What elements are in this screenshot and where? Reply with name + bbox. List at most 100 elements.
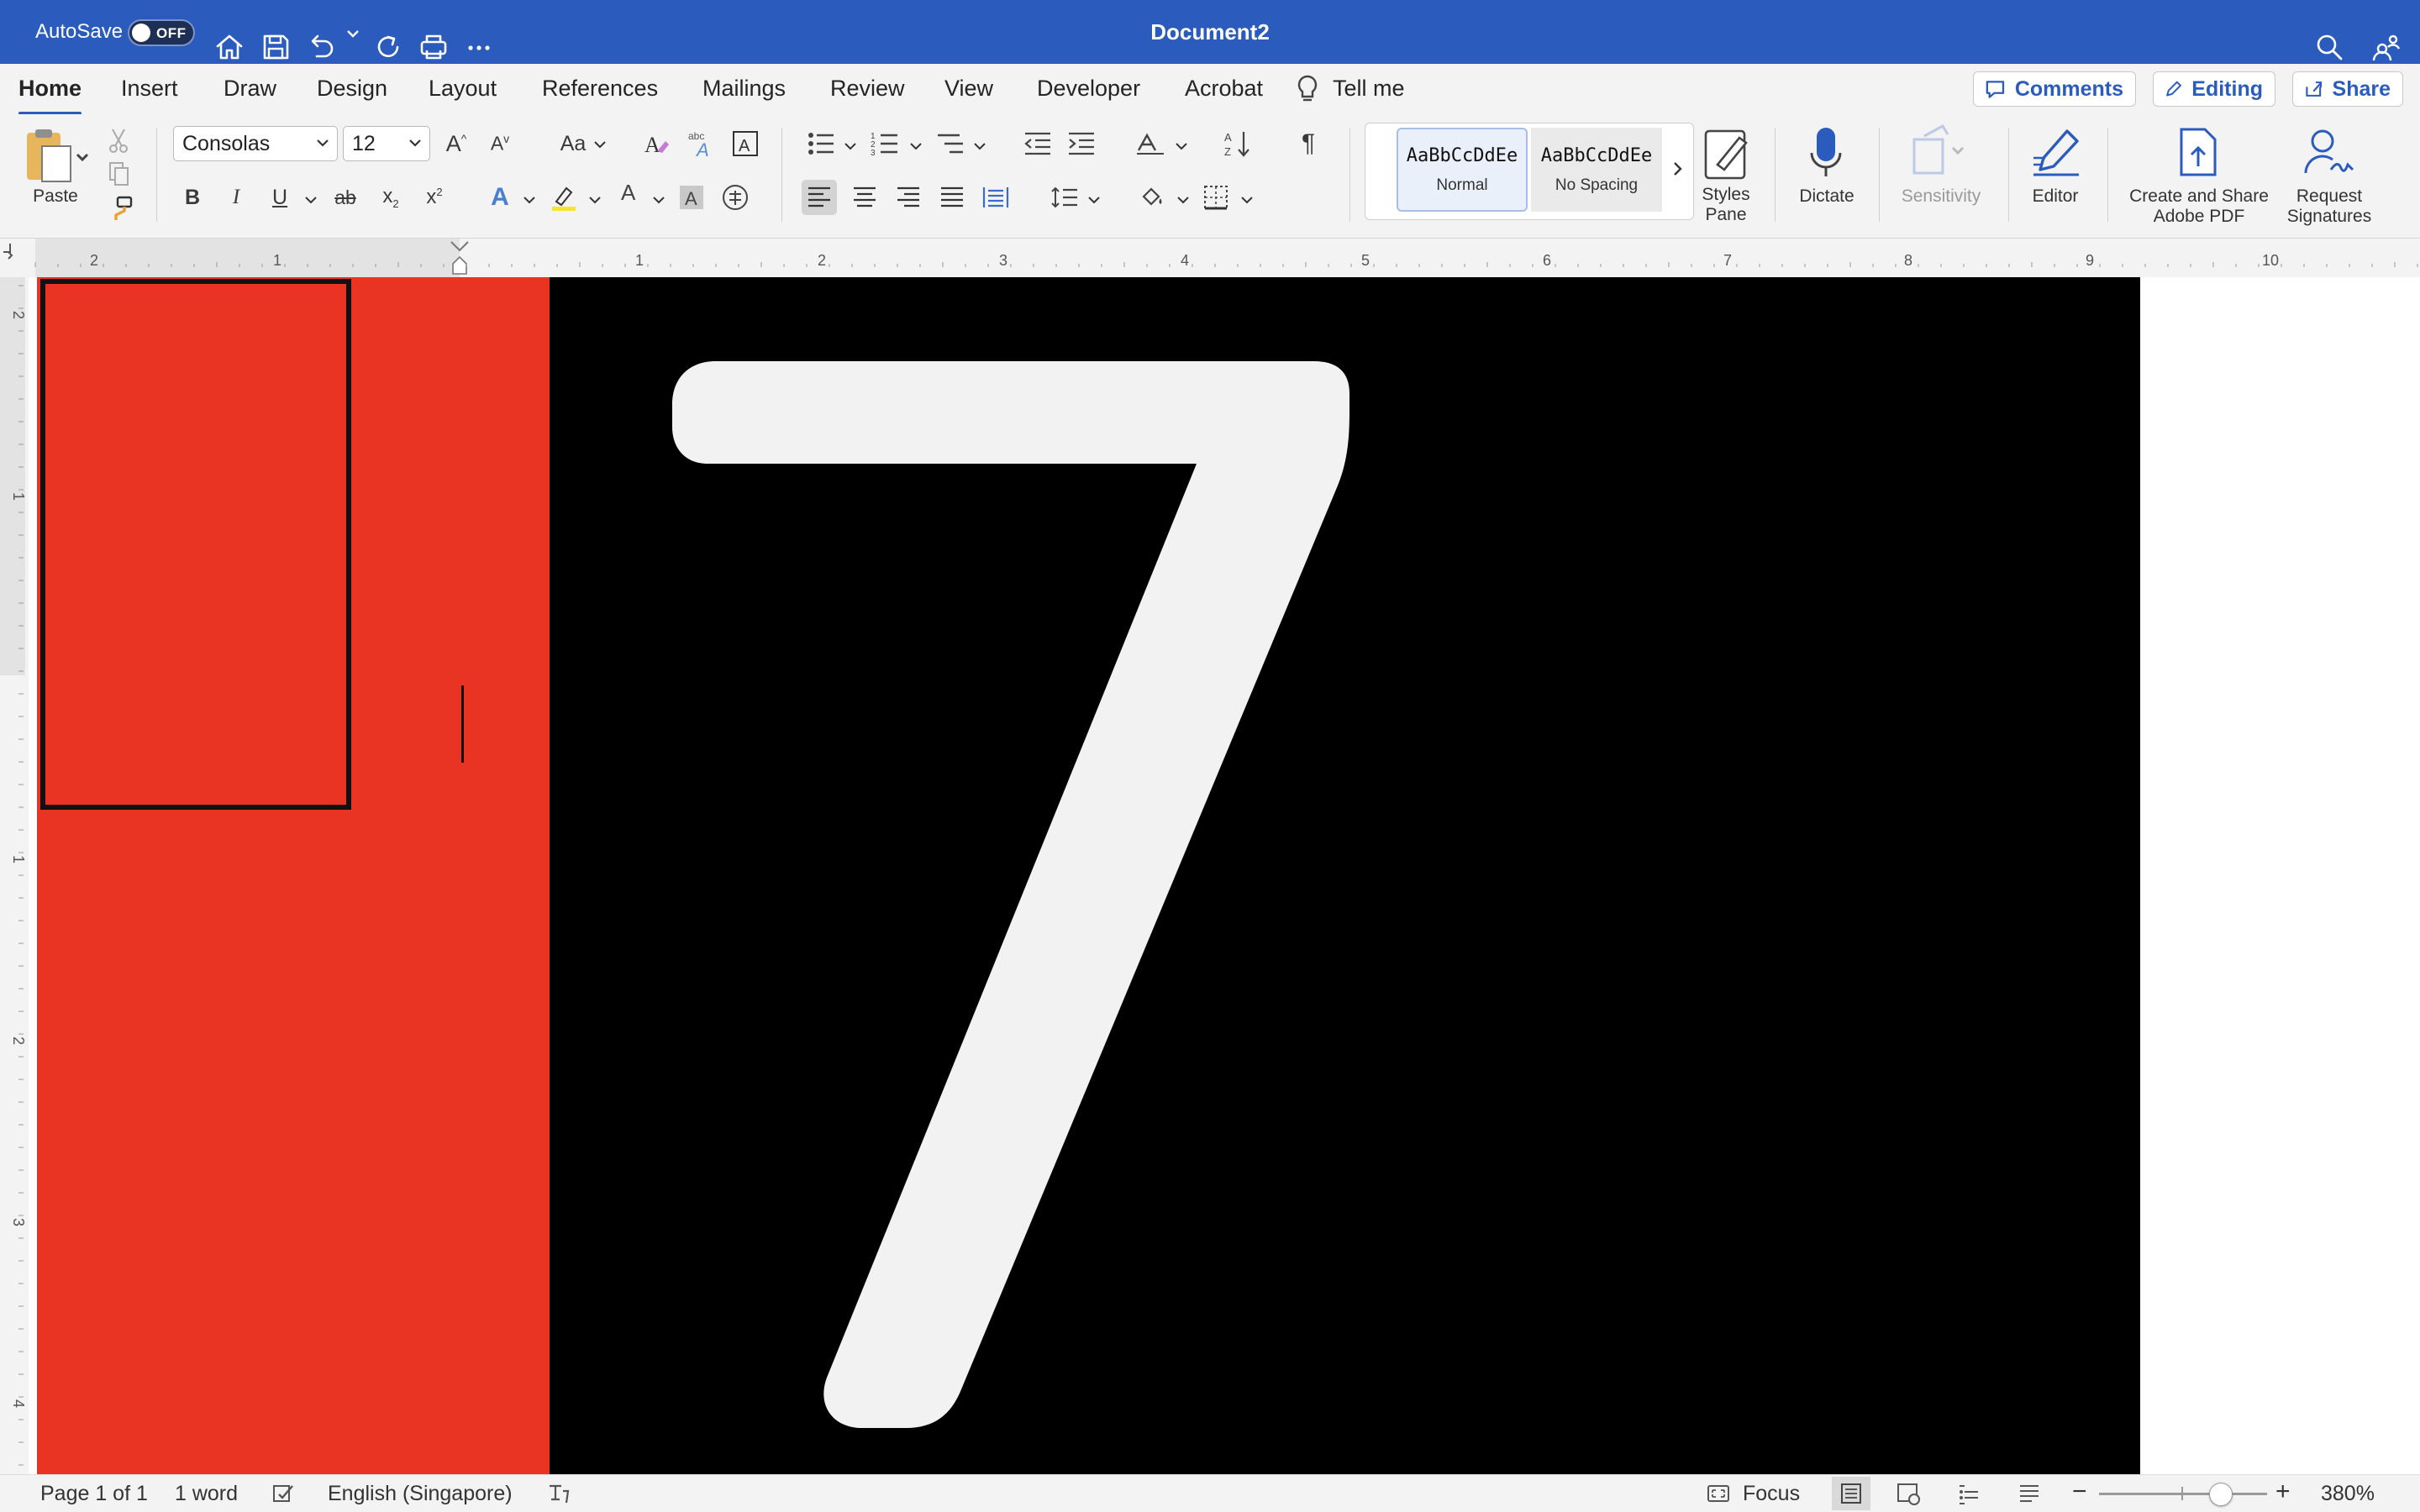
ruler-label: 1	[273, 252, 281, 269]
copy-icon[interactable]	[106, 160, 131, 188]
tab-mailings[interactable]: Mailings	[702, 76, 786, 102]
style-no-spacing[interactable]: AaBbCcDdEe No Spacing	[1531, 128, 1662, 212]
signature-icon[interactable]	[2299, 126, 2358, 180]
tab-layout[interactable]: Layout	[429, 76, 497, 102]
borders-button[interactable]	[1198, 180, 1234, 215]
character-shading-button[interactable]: A	[674, 180, 709, 215]
big-seven-text[interactable]: 7	[667, 336, 1407, 1436]
share-label: Share	[2332, 76, 2391, 101]
dictate-mic-icon[interactable]	[1805, 124, 1847, 183]
chevron-down-icon[interactable]	[304, 193, 318, 207]
tab-home[interactable]: Home	[18, 76, 82, 115]
chevron-down-icon[interactable]	[844, 139, 857, 153]
underline-button[interactable]: U	[262, 180, 297, 215]
draft-view-icon[interactable]	[2017, 1481, 2042, 1506]
distributed-button[interactable]	[978, 180, 1013, 215]
bold-button[interactable]: B	[175, 180, 210, 215]
font-name-dropdown[interactable]: Consolas	[173, 126, 338, 161]
red-outlined-rectangle[interactable]	[40, 279, 351, 810]
tab-design[interactable]: Design	[317, 76, 387, 102]
chevron-down-icon[interactable]	[973, 139, 986, 153]
styles-gallery-next-icon[interactable]	[1669, 160, 1687, 178]
paste-icon[interactable]	[20, 126, 92, 186]
editor-pen-icon[interactable]	[2028, 124, 2084, 181]
chevron-down-icon[interactable]	[1176, 193, 1190, 207]
zoom-slider-thumb[interactable]	[2209, 1483, 2233, 1506]
strikethrough-button[interactable]: ab	[328, 180, 363, 215]
outline-view-icon[interactable]	[1956, 1481, 1981, 1506]
undo-dropdown-chevron-icon[interactable]	[345, 25, 361, 42]
tab-insert[interactable]: Insert	[121, 76, 178, 102]
clear-formatting-button[interactable]: A	[639, 126, 674, 161]
text-direction-button[interactable]	[1133, 126, 1168, 161]
comments-button[interactable]: Comments	[1973, 71, 2136, 107]
language-indicator[interactable]: English (Singapore)	[328, 1482, 513, 1506]
tab-draw[interactable]: Draw	[224, 76, 276, 102]
cut-icon[interactable]	[106, 126, 131, 155]
text-effects-button[interactable]: abc A	[684, 126, 719, 161]
accessibility-icon[interactable]	[546, 1481, 571, 1506]
align-left-button[interactable]	[802, 180, 837, 215]
styles-pane-icon[interactable]	[1701, 126, 1753, 181]
page-count[interactable]: Page 1 of 1	[40, 1482, 148, 1506]
phonetic-guide-button[interactable]	[718, 180, 753, 215]
highlight-button[interactable]	[546, 180, 581, 215]
tab-review[interactable]: Review	[830, 76, 905, 102]
pdf-icon[interactable]	[2173, 124, 2225, 181]
font-size-dropdown[interactable]: 12	[343, 126, 430, 161]
change-case-button[interactable]: Aa	[551, 126, 595, 161]
zoom-in-button[interactable]: +	[2275, 1478, 2291, 1506]
justify-button[interactable]	[934, 180, 970, 215]
numbering-button[interactable]: 123	[867, 126, 902, 161]
grow-font-button[interactable]: A^	[439, 126, 474, 161]
shading-button[interactable]	[1134, 180, 1170, 215]
focus-mode-icon[interactable]	[1706, 1481, 1731, 1506]
chevron-down-icon[interactable]	[523, 193, 536, 207]
text-box-button[interactable]: A	[728, 126, 763, 161]
bullets-button[interactable]	[803, 126, 839, 161]
autosave-toggle[interactable]: OFF	[128, 19, 195, 46]
share-button[interactable]: Share	[2292, 71, 2403, 107]
focus-label[interactable]: Focus	[1743, 1482, 1800, 1506]
document-canvas[interactable]: 7	[29, 277, 2420, 1474]
chevron-down-icon[interactable]	[593, 138, 607, 151]
tab-developer[interactable]: Developer	[1037, 76, 1140, 102]
proofing-check-icon[interactable]	[271, 1481, 296, 1506]
chevron-down-icon[interactable]	[652, 193, 666, 207]
font-color-button[interactable]: A	[612, 176, 647, 212]
word-count[interactable]: 1 word	[175, 1482, 238, 1506]
print-layout-view-icon[interactable]	[1839, 1481, 1864, 1506]
zoom-percentage[interactable]: 380%	[2321, 1482, 2375, 1506]
zoom-out-button[interactable]: −	[2072, 1478, 2087, 1506]
horizontal-ruler[interactable]: 2 1 1 2 3 4 5 6 7 8 9 10	[0, 239, 2420, 277]
style-normal[interactable]: AaBbCcDdEe Normal	[1397, 128, 1528, 212]
tab-view[interactable]: View	[944, 76, 993, 102]
align-center-button[interactable]	[847, 180, 882, 215]
format-painter-icon[interactable]	[106, 195, 134, 223]
sensitivity-icon[interactable]	[1909, 124, 1968, 180]
vertical-ruler[interactable]: 2 1 1 2 3 4	[0, 277, 29, 1474]
shrink-font-button[interactable]: Av	[482, 126, 518, 161]
show-formatting-marks-button[interactable]: ¶	[1291, 126, 1326, 161]
increase-indent-button[interactable]	[1064, 126, 1099, 161]
decrease-indent-button[interactable]	[1020, 126, 1055, 161]
tab-references[interactable]: References	[542, 76, 658, 102]
superscript-button[interactable]: x2	[417, 180, 452, 215]
chevron-down-icon[interactable]	[1175, 139, 1188, 153]
zoom-slider-track[interactable]	[2099, 1493, 2267, 1495]
tab-tell-me[interactable]: Tell me	[1333, 76, 1405, 102]
chevron-down-icon[interactable]	[588, 193, 602, 207]
chevron-down-icon[interactable]	[1087, 193, 1101, 207]
text-effects-color-button[interactable]: A	[482, 180, 518, 215]
subscript-button[interactable]: x2	[373, 180, 408, 215]
web-layout-view-icon[interactable]	[1896, 1481, 1921, 1506]
chevron-down-icon[interactable]	[1240, 193, 1254, 207]
sort-button[interactable]: AZ	[1220, 126, 1255, 161]
multilevel-list-button[interactable]	[933, 126, 968, 161]
chevron-down-icon[interactable]	[909, 139, 923, 153]
line-spacing-button[interactable]	[1047, 180, 1082, 215]
italic-button[interactable]: I	[218, 180, 254, 215]
editing-mode-button[interactable]: Editing	[2153, 71, 2275, 107]
align-right-button[interactable]	[891, 180, 926, 215]
tab-acrobat[interactable]: Acrobat	[1185, 76, 1263, 102]
